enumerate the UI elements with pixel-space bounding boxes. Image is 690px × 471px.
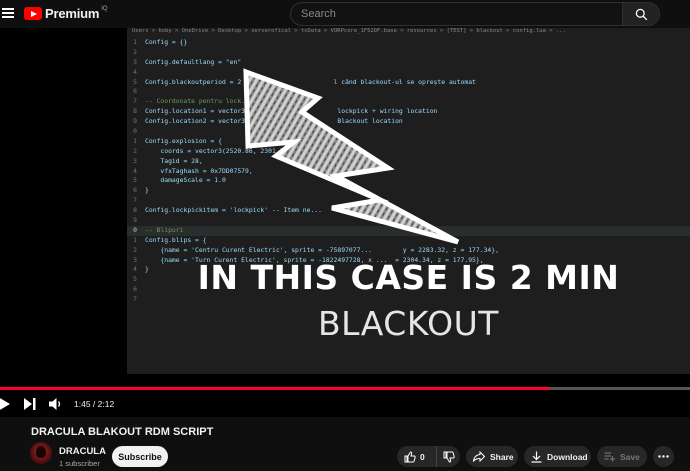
code-text: damageScale = 1.0	[145, 176, 226, 185]
share-icon	[473, 451, 485, 462]
code-text: Config.blips = {	[145, 235, 207, 244]
subscriber-count: 1 subscriber	[59, 459, 100, 468]
code-line: 1 Config = {}	[127, 38, 690, 48]
line-number: 7	[133, 97, 137, 106]
line-number: 9	[133, 117, 137, 126]
masthead: Premium IQ	[0, 0, 690, 28]
video-title: DRACULA BLAKOUT RDM SCRIPT	[31, 426, 214, 438]
search-icon	[635, 8, 647, 20]
dislike-button[interactable]	[437, 446, 460, 467]
line-number: 4	[133, 166, 137, 175]
search-input[interactable]	[290, 2, 623, 26]
next-button[interactable]	[24, 398, 36, 410]
line-number: 3	[133, 156, 137, 165]
code-text: }	[145, 186, 149, 195]
line-number: 8	[133, 206, 137, 215]
like-dislike-group: 0	[397, 446, 460, 467]
play-button[interactable]	[0, 397, 10, 411]
line-number: 1	[133, 235, 137, 244]
logo-text: Premium	[45, 6, 100, 21]
line-number: 6	[133, 186, 137, 195]
like-button[interactable]: 0	[397, 446, 437, 467]
search-button[interactable]	[623, 2, 660, 26]
line-number: 3	[133, 57, 137, 66]
line-number: 2	[133, 146, 137, 155]
download-button[interactable]: Download	[524, 446, 591, 467]
line-number: 1	[133, 38, 137, 46]
save-label: Save	[620, 451, 640, 462]
menu-icon[interactable]	[2, 8, 14, 18]
skip-next-icon	[24, 398, 36, 410]
more-actions-button[interactable]	[653, 446, 674, 467]
line-number: 7	[133, 196, 137, 205]
youtube-premium-logo[interactable]: Premium IQ	[24, 6, 108, 21]
line-number: 2	[133, 245, 137, 254]
line-number: 5	[133, 77, 137, 86]
share-label: Share	[490, 451, 514, 462]
video-player[interactable]: Users > koby > OneDrive > Desktop > serv…	[0, 28, 690, 417]
overlay-caption-line2: BLACKOUT	[318, 304, 499, 343]
download-icon	[531, 451, 542, 463]
play-icon	[0, 398, 10, 410]
player-controls: 1:45 / 2:12	[0, 392, 690, 416]
search-bar	[290, 2, 660, 26]
progress-bar-remaining	[548, 387, 690, 390]
volume-button[interactable]	[49, 397, 63, 411]
download-label: Download	[547, 451, 588, 462]
line-number: 1	[133, 136, 137, 145]
line-number: 6	[133, 87, 137, 96]
more-horizontal-icon	[658, 455, 669, 458]
code-text: Config = {}	[145, 38, 188, 46]
like-count: 0	[420, 451, 425, 462]
line-number: 8	[133, 107, 137, 116]
code-text: -- Blipuri	[145, 225, 184, 234]
thumbs-down-icon	[443, 451, 455, 463]
subscribe-button[interactable]: Subscribe	[112, 446, 168, 467]
volume-icon	[49, 398, 61, 410]
code-text: Config.explosion = {	[145, 136, 222, 145]
code-line: 2	[127, 48, 690, 58]
thumbs-up-icon	[404, 450, 416, 462]
line-number: 0	[133, 225, 137, 234]
logo-region: IQ	[101, 5, 108, 12]
overlay-caption-line1: IN THIS CASE IS 2 MIN	[197, 258, 620, 297]
line-number: 0	[133, 127, 137, 136]
save-button[interactable]: Save	[597, 446, 647, 467]
youtube-logo-icon	[24, 7, 42, 20]
channel-avatar[interactable]	[30, 442, 52, 464]
code-text: Tagid = 28,	[145, 156, 203, 165]
time-display: 1:45 / 2:12	[74, 399, 115, 409]
editor-breadcrumb: Users > koby > OneDrive > Desktop > serv…	[132, 28, 566, 34]
line-number: 5	[133, 176, 137, 185]
progress-bar[interactable]	[0, 387, 549, 390]
line-number: 4	[133, 67, 137, 76]
line-number: 2	[133, 47, 137, 56]
share-button[interactable]: Share	[466, 446, 518, 467]
channel-name[interactable]: DRACULA	[59, 446, 106, 457]
line-number: 9	[133, 216, 137, 225]
save-playlist-icon	[604, 452, 615, 462]
